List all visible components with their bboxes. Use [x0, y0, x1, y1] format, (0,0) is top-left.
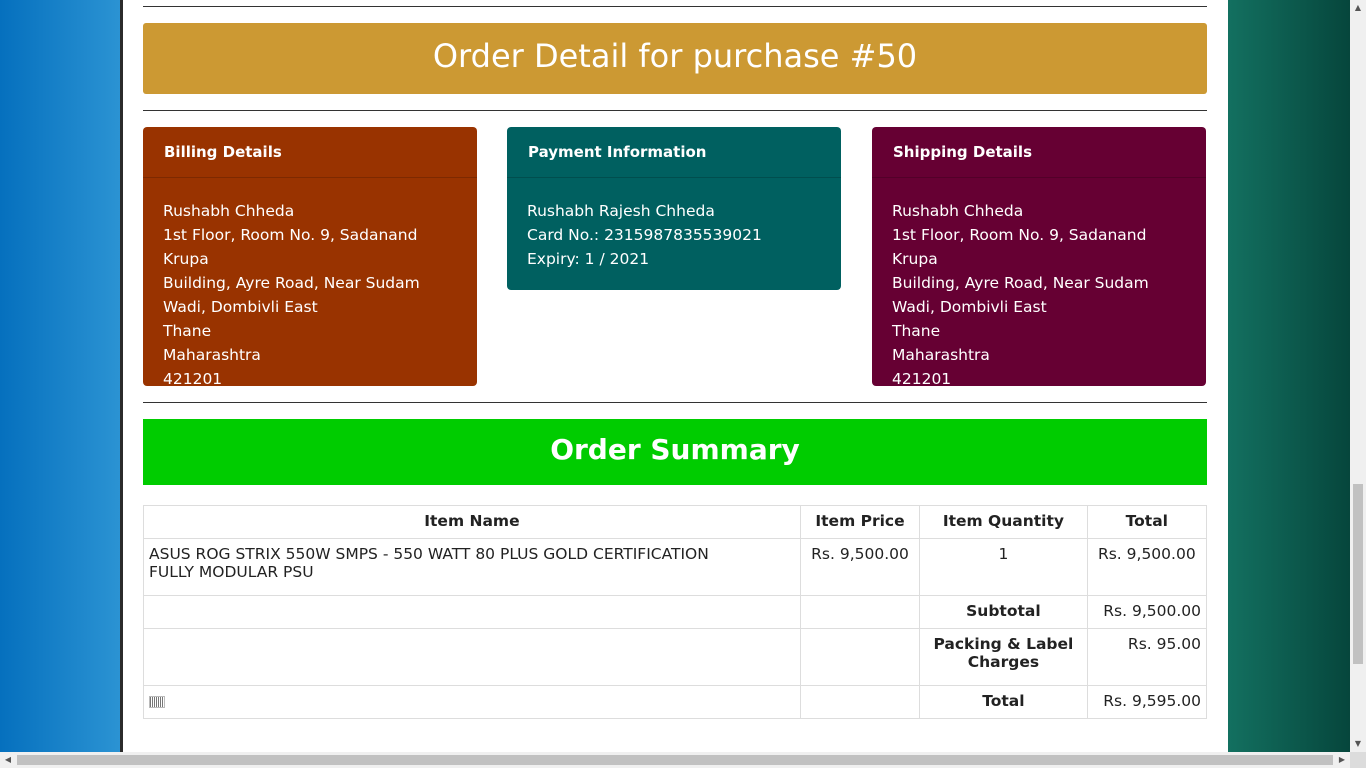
- shipping-address-line-2: Building, Ayre Road, Near Sudam: [892, 274, 1149, 292]
- shipping-heading: Shipping Details: [872, 127, 1206, 178]
- payment-card: Payment Information Rushabh Rajesh Chhed…: [507, 127, 841, 290]
- empty-cell: [799, 595, 921, 629]
- grand-total-row: Total Rs. 9,595.00: [143, 685, 1208, 719]
- divider-mid: [143, 110, 1207, 111]
- shipping-pincode: 421201: [892, 370, 952, 388]
- divider-top: [143, 6, 1207, 7]
- item-price-cell: Rs. 9,500.00: [799, 538, 921, 596]
- subtotal-label: Subtotal: [919, 595, 1088, 629]
- arrow-down-icon[interactable]: ▼: [1350, 736, 1366, 752]
- payment-card-number: Card No.: 2315987835539021: [527, 226, 762, 244]
- grand-total-value: Rs. 9,595.00: [1086, 685, 1208, 719]
- billing-card: Billing Details Rushabh Chheda 1st Floor…: [143, 127, 477, 388]
- subtotal-row: Subtotal Rs. 9,500.00: [143, 595, 1208, 629]
- packing-label-line-1: Packing & Label: [933, 635, 1074, 653]
- item-quantity-cell: 1: [919, 538, 1088, 596]
- billing-address-line-3: Wadi, Dombivli East: [163, 298, 318, 316]
- empty-cell: [143, 628, 801, 686]
- arrow-right-icon[interactable]: ▶: [1334, 752, 1350, 768]
- table-header-row: Item Name Item Price Item Quantity Total: [143, 505, 1208, 539]
- page-title: Order Detail for purchase #50: [143, 23, 1207, 94]
- billing-city: Thane: [163, 322, 212, 340]
- item-name-cell: ASUS ROG STRIX 550W SMPS - 550 WATT 80 P…: [143, 538, 801, 596]
- item-name-line-1: ASUS ROG STRIX 550W SMPS - 550 WATT 80 P…: [149, 545, 709, 563]
- shipping-state: Maharashtra: [892, 346, 990, 364]
- grand-total-label: Total: [919, 685, 1088, 719]
- empty-cell: [143, 595, 801, 629]
- table-row: ASUS ROG STRIX 550W SMPS - 550 WATT 80 P…: [143, 538, 1208, 596]
- arrow-left-icon[interactable]: ◀: [0, 752, 16, 768]
- empty-cell: [799, 628, 921, 686]
- vertical-scroll-thumb[interactable]: [1353, 484, 1363, 664]
- packing-charges-label: Packing & Label Charges: [919, 628, 1088, 686]
- order-items-table: Item Name Item Price Item Quantity Total…: [143, 505, 1208, 719]
- payment-expiry: Expiry: 1 / 2021: [527, 250, 650, 268]
- packing-charges-row: Packing & Label Charges Rs. 95.00: [143, 628, 1208, 686]
- scrollbar-corner: [1350, 752, 1366, 768]
- barcode-icon: [149, 696, 165, 708]
- billing-address-line-1: 1st Floor, Room No. 9, Sadanand Krupa: [163, 226, 418, 268]
- billing-state: Maharashtra: [163, 346, 261, 364]
- column-header-item-quantity: Item Quantity: [919, 505, 1088, 539]
- billing-body: Rushabh Chheda 1st Floor, Room No. 9, Sa…: [143, 178, 477, 411]
- horizontal-scrollbar[interactable]: ◀ ▶: [0, 752, 1350, 768]
- billing-address-line-2: Building, Ayre Road, Near Sudam: [163, 274, 420, 292]
- payment-body: Rushabh Rajesh Chheda Card No.: 23159878…: [507, 178, 841, 291]
- barcode-cell: [143, 685, 801, 719]
- right-background: [1228, 0, 1350, 752]
- column-header-item-price: Item Price: [799, 505, 921, 539]
- billing-heading: Billing Details: [143, 127, 477, 178]
- arrow-up-icon[interactable]: ▲: [1350, 0, 1366, 16]
- horizontal-scroll-thumb[interactable]: [17, 755, 1333, 765]
- billing-pincode: 421201: [163, 370, 223, 388]
- left-background: [0, 0, 120, 752]
- shipping-city: Thane: [892, 322, 941, 340]
- payment-cardholder: Rushabh Rajesh Chheda: [527, 202, 715, 220]
- payment-heading: Payment Information: [507, 127, 841, 178]
- divider-bottom: [143, 402, 1207, 403]
- shipping-address-line-1: 1st Floor, Room No. 9, Sadanand Krupa: [892, 226, 1147, 268]
- subtotal-value: Rs. 9,500.00: [1086, 595, 1208, 629]
- column-header-total: Total: [1086, 505, 1208, 539]
- item-total-cell: Rs. 9,500.00: [1086, 538, 1208, 596]
- vertical-scrollbar[interactable]: ▲ ▼: [1350, 0, 1366, 752]
- column-header-item-name: Item Name: [143, 505, 801, 539]
- shipping-name: Rushabh Chheda: [892, 202, 1024, 220]
- order-summary-title: Order Summary: [143, 419, 1207, 485]
- shipping-card: Shipping Details Rushabh Chheda 1st Floo…: [872, 127, 1206, 388]
- item-name-line-2: FULLY MODULAR PSU: [149, 563, 314, 581]
- packing-label-line-2: Charges: [967, 653, 1040, 671]
- shipping-body: Rushabh Chheda 1st Floor, Room No. 9, Sa…: [872, 178, 1206, 411]
- packing-charges-value: Rs. 95.00: [1086, 628, 1208, 686]
- billing-name: Rushabh Chheda: [163, 202, 295, 220]
- empty-cell: [799, 685, 921, 719]
- shipping-address-line-3: Wadi, Dombivli East: [892, 298, 1047, 316]
